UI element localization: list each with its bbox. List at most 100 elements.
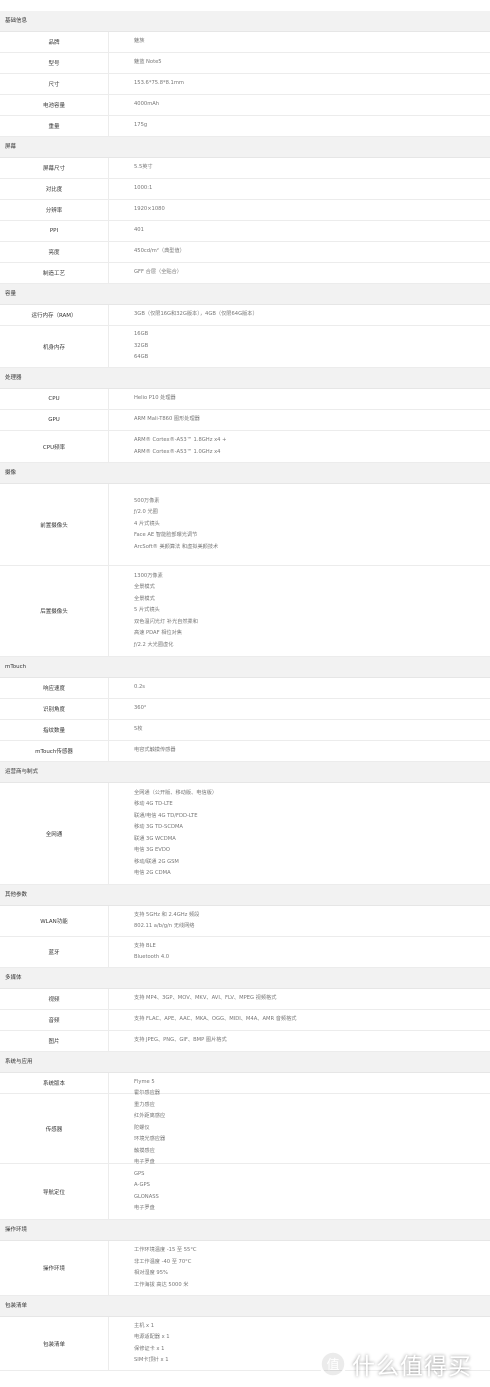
section-header: 包装清单 bbox=[0, 1296, 490, 1317]
spec-row: 蓝牙 支持 BLE Bluetooth 4.0 bbox=[0, 937, 490, 968]
spec-value: GLONASS bbox=[134, 1193, 159, 1200]
spec-label: 导航定位 bbox=[0, 1164, 109, 1219]
spec-label: 视频 bbox=[0, 989, 109, 1009]
spec-label: 操作环境 bbox=[0, 1241, 109, 1295]
spec-label: 重量 bbox=[0, 116, 109, 136]
spec-row: CPU频率 ARM® Cortex®-A53™ 1.8GHz x4 + ARM® C… bbox=[0, 431, 490, 463]
spec-row: 传感器 霍尔感应器 重力感应 红外距离感应 陀螺仪 环境光感应器 触摸感应 电子罗盘 bbox=[0, 1090, 490, 1165]
spec-label: 识别角度 bbox=[0, 699, 109, 719]
spec-label: 尺寸 bbox=[0, 74, 109, 94]
spec-label: 全网通 bbox=[0, 783, 109, 884]
section-header: 容量 bbox=[0, 284, 490, 305]
spec-value: 4000mAh bbox=[134, 101, 160, 108]
spec-row: 机身内存 16GB 32GB 64GB bbox=[0, 326, 490, 368]
spec-row: 分辨率 1920×1080 bbox=[0, 200, 490, 221]
spec-value: 支持 JPEG、PNG、GIF、BMP 图片格式 bbox=[134, 1037, 227, 1044]
spec-value: 重力感应 bbox=[134, 1101, 155, 1108]
spec-values: 支持 FLAC、APE、AAC、MKA、OGG、MIDI、M4A、AMR 音频格… bbox=[109, 1010, 296, 1030]
spec-label: 型号 bbox=[0, 53, 109, 73]
spec-value: 工作海拔 高达 5000 米 bbox=[134, 1281, 189, 1288]
spec-value: 360° bbox=[134, 705, 147, 712]
spec-value: ARM Mali-T860 图形处理器 bbox=[134, 416, 200, 423]
spec-label: WLAN功能 bbox=[0, 906, 109, 936]
spec-values: 支持 BLE Bluetooth 4.0 bbox=[109, 937, 169, 967]
spec-values: 450cd/m²（典型值） bbox=[109, 242, 185, 262]
section-header: 处理器 bbox=[0, 368, 490, 389]
spec-value: 1920×1080 bbox=[134, 206, 165, 213]
spec-value: 1000:1 bbox=[134, 185, 153, 192]
section-header: 摄像 bbox=[0, 463, 490, 484]
spec-label: CPU频率 bbox=[0, 431, 109, 462]
spec-row: 电池容量 4000mAh bbox=[0, 95, 490, 116]
spec-row: 后置摄像头 1300万像素 全景模式 全景模式 5 片式镜头 双色温闪光灯 补光自然柔和高… bbox=[0, 566, 490, 657]
spec-values: 500万像素 ƒ/2.0 光圈 4 片式镜头 Face AE 智能脸部曝光调节 ArcS… bbox=[109, 484, 218, 565]
spec-label: 制造工艺 bbox=[0, 263, 109, 283]
spec-value: Flyme 5 bbox=[134, 1079, 155, 1086]
spec-values: 支持 MP4、3GP、MOV、MKV、AVI、FLV、MPEG 视频格式 bbox=[109, 989, 276, 1009]
spec-row: 视频 支持 MP4、3GP、MOV、MKV、AVI、FLV、MPEG 视频格式 bbox=[0, 989, 490, 1010]
spec-value: 支持 FLAC、APE、AAC、MKA、OGG、MIDI、M4A、AMR 音频格… bbox=[134, 1016, 297, 1023]
spec-value: GFF 合层（全贴合） bbox=[134, 269, 182, 276]
spec-value: ArcSoft® 美颜算法 和虚拟美颜技术 bbox=[134, 543, 219, 550]
spec-label: CPU bbox=[0, 389, 109, 409]
spec-values: 3GB（仅限16G和32G版本），4GB（仅限64G版本） bbox=[109, 305, 258, 325]
spec-row: 品牌 魅族 bbox=[0, 32, 490, 53]
spec-row: 亮度 450cd/m²（典型值） bbox=[0, 242, 490, 263]
logo-glyph: 值 bbox=[326, 1357, 339, 1373]
spec-value: 全景模式 bbox=[134, 595, 155, 602]
spec-row: mTouch传感器 电容式触摸传感器 bbox=[0, 741, 490, 762]
spec-label: 分辨率 bbox=[0, 200, 109, 220]
section-header: 系统与应用 bbox=[0, 1052, 490, 1073]
spec-value: 霍尔感应器 bbox=[134, 1090, 160, 1097]
spec-value: 红外距离感应 bbox=[134, 1113, 166, 1120]
section-header: 操作环境 bbox=[0, 1220, 490, 1241]
spec-values: GPS A-GPS GLONASS 电子罗盘 bbox=[109, 1164, 159, 1219]
spec-values: 全网通（公开版、移动版、电信版） 移动 4G TD-LTE 联通/电信 4G TD/… bbox=[109, 783, 217, 884]
watermark: 值 什么值得买 bbox=[318, 1346, 490, 1382]
spec-value: 450cd/m²（典型值） bbox=[134, 248, 185, 255]
spec-row: 图片 支持 JPEG、PNG、GIF、BMP 图片格式 bbox=[0, 1031, 490, 1052]
spec-value: 魅族 bbox=[134, 38, 145, 45]
spec-row: 重量 175g bbox=[0, 116, 490, 137]
spec-value: 0.2s bbox=[134, 684, 145, 691]
spec-label: PPI bbox=[0, 221, 109, 241]
spec-values: 4000mAh bbox=[109, 95, 159, 115]
section-header: 屏幕 bbox=[0, 137, 490, 158]
spec-values: 401 bbox=[109, 221, 144, 241]
spec-value: 175g bbox=[134, 122, 148, 129]
spec-value: 移动 3G TD-SCDMA bbox=[134, 824, 183, 830]
spec-values: 360° bbox=[109, 699, 147, 719]
spec-value: ARM® Cortex®-A53™ 1.0GHz x4 bbox=[134, 448, 221, 455]
spec-value: 环境光感应器 bbox=[134, 1136, 166, 1143]
spec-value: Face AE 智能脸部曝光调节 bbox=[134, 532, 198, 539]
spec-value: A-GPS bbox=[134, 1182, 150, 1188]
spec-value: 电源适配器 x 1 bbox=[134, 1334, 170, 1340]
spec-row: 响应速度 0.2s bbox=[0, 678, 490, 699]
spec-values: 魅族 bbox=[109, 32, 144, 52]
spec-value: 联通/电信 4G TD/FDD-LTE bbox=[134, 812, 198, 819]
spec-label: 蓝牙 bbox=[0, 937, 109, 967]
spec-label: 运行内存（RAM） bbox=[0, 305, 109, 325]
spec-row: 操作环境 工作环境温度 -15 至 55°C 非工作温度 -40 至 70°C 相对湿… bbox=[0, 1241, 490, 1296]
spec-value: 电信 2G CDMA bbox=[134, 870, 171, 876]
spec-values: 1300万像素 全景模式 全景模式 5 片式镜头 双色温闪光灯 补光自然柔和 高速 PDA… bbox=[109, 566, 198, 656]
section-header: 基础信息 bbox=[0, 11, 490, 32]
spec-value: 全网通（公开版、移动版、电信版） bbox=[134, 789, 218, 796]
spec-value: ƒ/2.2 大光圈虚化 bbox=[134, 641, 174, 648]
spec-row: 系统版本 Flyme 5 bbox=[0, 1073, 490, 1094]
spec-table: 基础信息 品牌 魅族 型号 魅蓝 Note5 尺寸 153.6*75.8*8.1mm 电池容量… bbox=[0, 11, 490, 1371]
spec-values: 175g bbox=[109, 116, 147, 136]
spec-value: 电子罗盘 bbox=[134, 1205, 155, 1211]
spec-row: CPU Helio P10 处理器 bbox=[0, 389, 490, 410]
spec-row: 前置摄像头 500万像素 ƒ/2.0 光圈 4 片式镜头 Face AE 智能脸部曝光调… bbox=[0, 484, 490, 566]
spec-label: 后置摄像头 bbox=[0, 566, 109, 656]
spec-value: 64GB bbox=[134, 354, 149, 361]
spec-value: 153.6*75.8*8.1mm bbox=[134, 80, 184, 87]
spec-values: 支持 JPEG、PNG、GIF、BMP 图片格式 bbox=[109, 1031, 227, 1051]
spec-value: 5.5英寸 bbox=[134, 164, 153, 171]
spec-values: 16GB 32GB 64GB bbox=[109, 326, 148, 367]
spec-value: 相对湿度 95% bbox=[134, 1270, 168, 1276]
spec-row: 制造工艺 GFF 合层（全贴合） bbox=[0, 263, 490, 284]
section-header: 多媒体 bbox=[0, 968, 490, 989]
spec-row: 运行内存（RAM） 3GB（仅限16G和32G版本），4GB（仅限64G版本） bbox=[0, 305, 490, 326]
